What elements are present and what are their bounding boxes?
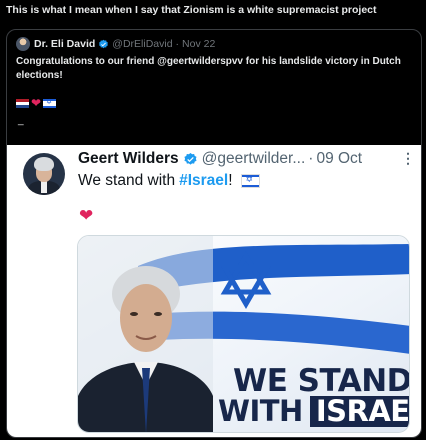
embedded-tweet[interactable]: Geert Wilders @geertwilder... · 09 Oct ⋮… xyxy=(7,145,421,437)
quoted-emoji-row: ❤ xyxy=(16,96,57,110)
red-heart-icon: ❤ xyxy=(31,96,42,110)
author-avatar[interactable] xyxy=(23,153,65,195)
heart-icon: ❤ xyxy=(79,206,94,225)
quoted-tweet-header: Dr. Eli David @DrEliDavid · Nov 22 xyxy=(16,37,215,51)
post-caption: This is what I mean when I say that Zion… xyxy=(6,4,377,16)
netherlands-flag-icon xyxy=(16,98,29,108)
israel-flag-icon xyxy=(43,98,57,108)
tweet-media-image[interactable]: WE STAND WITH ISRAEL xyxy=(77,235,410,433)
author-name[interactable]: Geert Wilders xyxy=(78,150,179,168)
quoted-author-avatar[interactable] xyxy=(16,37,30,51)
author-handle[interactable]: @geertwilder... xyxy=(202,150,306,168)
banner-line-2: WITH ISRAEL xyxy=(218,394,409,428)
hashtag-link[interactable]: #Israel xyxy=(179,172,228,190)
verified-badge-icon xyxy=(99,39,109,48)
more-options-icon[interactable]: ⋮ xyxy=(401,150,415,167)
quoted-tweet-date[interactable]: Nov 22 xyxy=(182,38,215,50)
avatar-shirt xyxy=(41,181,47,193)
banner-with: WITH xyxy=(218,394,303,428)
tweet-header: Geert Wilders @geertwilder... · 09 Oct xyxy=(78,150,362,168)
tweet-text-prefix: We stand with xyxy=(78,172,176,189)
tweet-date[interactable]: 09 Oct xyxy=(316,150,362,168)
quoted-tweet-card[interactable]: Dr. Eli David @DrEliDavid · Nov 22 Congr… xyxy=(6,29,422,438)
separator-dot: · xyxy=(308,150,314,167)
israel-flag-icon xyxy=(241,174,259,187)
quoted-author-handle[interactable]: @DrEliDavid xyxy=(112,38,172,50)
avatar-hair xyxy=(34,157,54,171)
verified-badge-icon xyxy=(184,152,197,165)
separator-dot: · xyxy=(175,38,180,50)
tweet-text: We stand with #Israel ! xyxy=(78,172,259,190)
tweet-text-suffix: ! xyxy=(228,172,233,189)
quoted-trailing-text: _ xyxy=(18,115,24,126)
quoted-author-name[interactable]: Dr. Eli David xyxy=(34,38,95,50)
banner-israel: ISRAEL xyxy=(309,395,409,427)
quoted-tweet-text: Congratulations to our friend @geertwild… xyxy=(16,56,401,81)
